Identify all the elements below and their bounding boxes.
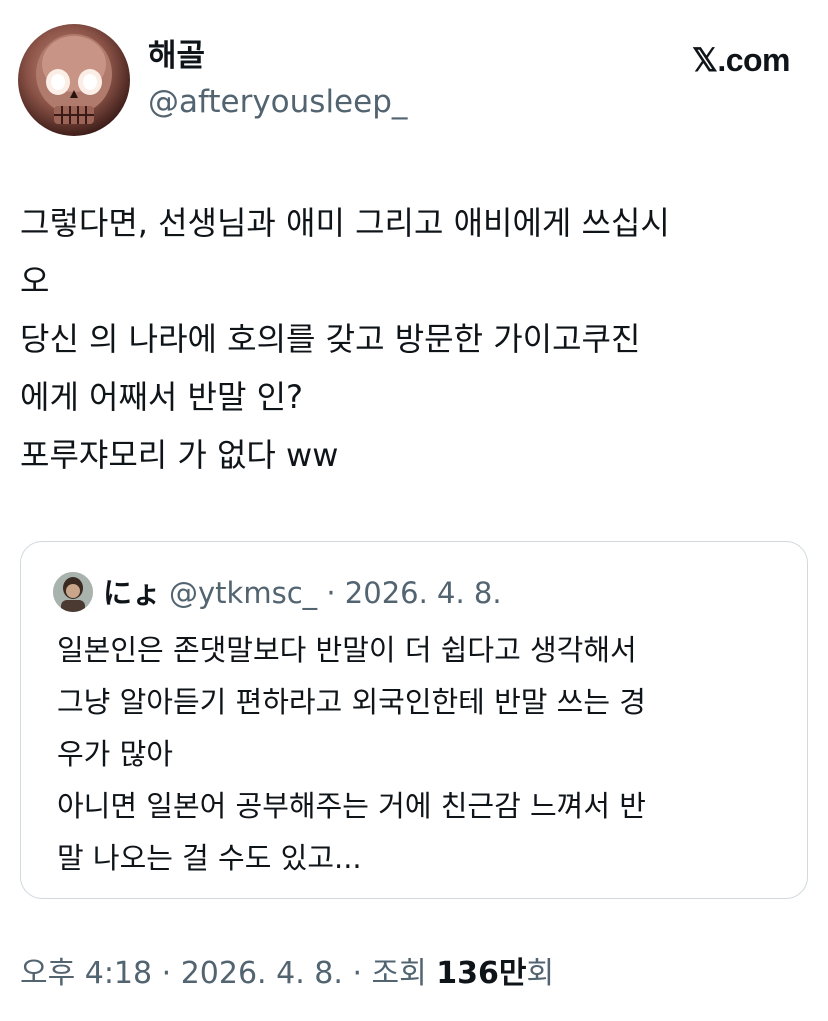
quoted-tweet-line: 그냥 알아듣기 편하라고 외국인한테 반말 쓰는 경	[57, 685, 646, 719]
tweet-line: 에게 어째서 반말 인?	[20, 378, 304, 416]
tweet-line: 포루쟈모리 가 없다 ww	[20, 436, 339, 474]
views-count: 136만	[436, 956, 527, 991]
tweet-line: 오	[20, 262, 50, 300]
skull-avatar-icon[interactable]	[18, 24, 130, 136]
tweet-timestamp[interactable]: 오후 4:18 · 2026. 4. 8. · 조회	[20, 956, 436, 991]
quoted-author-name[interactable]: にょ	[103, 576, 161, 610]
author-handle[interactable]: @afteryousleep_	[148, 82, 407, 122]
tweet-card: 해골 @afteryousleep_ 𝕏.com 그렇다면, 선생님과 애미 그…	[0, 0, 828, 1021]
quoted-tweet-line: 아니면 일본어 공부해주는 거에 친근감 느껴서 반	[57, 789, 646, 823]
x-brand-logo: 𝕏.com	[692, 42, 790, 78]
tweet-meta: 오후 4:18 · 2026. 4. 8. · 조회 136만회	[20, 952, 554, 996]
quoted-tweet-line: 우가 많아	[57, 737, 173, 771]
views-label: 회	[526, 956, 555, 991]
quoted-tweet-line: 일본인은 존댓말보다 반말이 더 쉽다고 생각해서	[57, 633, 637, 667]
quoted-tweet-text: 일본인은 존댓말보다 반말이 더 쉽다고 생각해서 그냥 알아듣기 편하라고 외…	[57, 624, 797, 884]
tweet-text: 그렇다면, 선생님과 애미 그리고 애비에게 쓰십시 오 당신 의 나라에 호의…	[20, 194, 810, 484]
quoted-tweet-line: 말 나오는 걸 수도 있고...	[57, 841, 362, 875]
tweet-line: 그렇다면, 선생님과 애미 그리고 애비에게 쓰십시	[20, 204, 670, 242]
author-display-name[interactable]: 해골	[148, 36, 205, 76]
quoted-author-meta: @ytkmsc_ · 2026. 4. 8.	[169, 576, 502, 610]
quoted-tweet-card[interactable]: にょ @ytkmsc_ · 2026. 4. 8. 일본인은 존댓말보다 반말이 …	[20, 541, 808, 899]
quoted-tweet-header: にょ @ytkmsc_ · 2026. 4. 8.	[103, 574, 502, 612]
profile-avatar-icon[interactable]	[53, 572, 93, 612]
tweet-line: 당신 의 나라에 호의를 갖고 방문한 가이고쿠진	[20, 320, 641, 358]
